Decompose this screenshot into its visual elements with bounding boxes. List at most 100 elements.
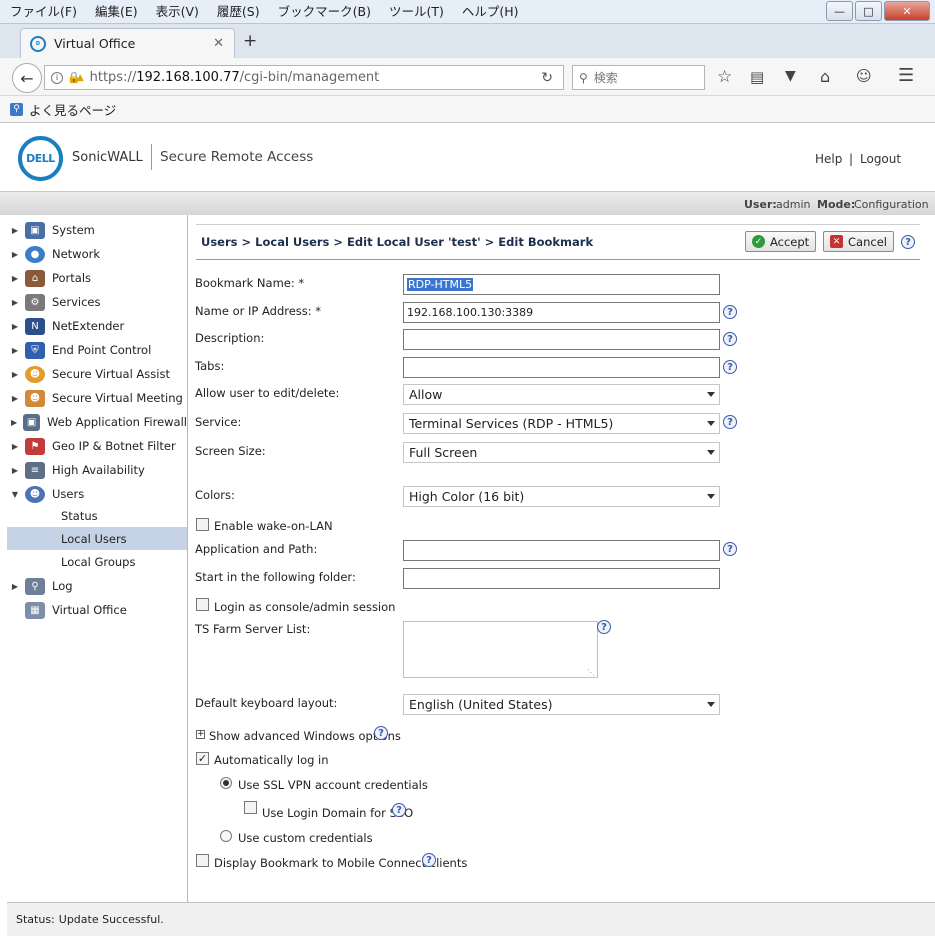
console-session-checkbox[interactable] [196,598,209,611]
expand-arrow-icon[interactable]: ▶ [9,370,21,379]
expand-arrow-icon[interactable]: ▶ [9,418,19,427]
tab-close-icon[interactable]: ✕ [213,36,224,51]
sidebar-item-web-application-firewall[interactable]: ▶ ▣ Web Application Firewall [7,410,187,434]
expand-arrow-icon[interactable]: ▶ [9,442,21,451]
search-box[interactable]: ⚲ 検索 [572,65,705,90]
auto-login-checkbox[interactable]: ✓ [196,752,209,765]
menu-tools[interactable]: ツール(T) [381,1,452,23]
info-icon[interactable]: i [51,71,63,84]
bookmark-name-input[interactable]: RDP-HTML5 [403,274,720,295]
new-tab-button[interactable]: + [243,31,257,51]
bookmark-most-visited[interactable]: よく見るページ [29,100,116,119]
sidebar-item-high-availability[interactable]: ▶ ≡ High Availability [7,458,187,482]
url-path: /cgi-bin/management [239,70,380,85]
expand-arrow-icon[interactable]: ▶ [9,298,21,307]
browser-tab[interactable]: D Virtual Office ✕ [20,28,235,58]
sidebar-item-geo-ip[interactable]: ▶ ⚑ Geo IP & Botnet Filter [7,434,187,458]
minimize-button[interactable]: — [826,1,853,21]
tabs-help-icon[interactable]: ? [723,360,737,374]
sidebar-item-end-point-control[interactable]: ▶ ⛨ End Point Control [7,338,187,362]
sidebar-item-users[interactable]: ▼ ☻ Users [7,482,187,506]
sidebar-item-secure-virtual-assist[interactable]: ▶ ☻ Secure Virtual Assist [7,362,187,386]
ts-farm-help-icon[interactable]: ? [597,620,611,634]
expand-arrow-icon[interactable]: ▶ [9,274,21,283]
login-domain-sso-checkbox[interactable] [244,801,257,814]
service-help-icon[interactable]: ? [723,415,737,429]
expand-arrow-icon[interactable]: ▶ [9,466,21,475]
menu-view[interactable]: 表示(V) [148,1,207,23]
back-button[interactable]: ← [12,63,42,93]
sidebar-item-portals[interactable]: ▶ ⌂ Portals [7,266,187,290]
custom-credentials-radio[interactable] [220,830,232,842]
product-name: Secure Remote Access [160,149,314,165]
mobile-connect-help-icon[interactable]: ? [422,853,436,867]
sidebar-subitem-local-users[interactable]: Local Users [7,527,187,550]
sidebar-item-netextender[interactable]: ▶ N NetExtender [7,314,187,338]
tabs-label: Tabs: [195,359,225,373]
expand-arrow-icon[interactable]: ▶ [9,322,21,331]
sidebar-item-log[interactable]: ▶ ⚲ Log [7,574,187,598]
brand-name: SonicWALL [72,150,143,165]
app-path-input[interactable] [403,540,720,561]
sidebar-item-network[interactable]: ▶ ● Network [7,242,187,266]
sidebar-item-services[interactable]: ▶ ⚙ Services [7,290,187,314]
sidebar-subitem-status[interactable]: Status [7,504,187,527]
bookmark-star-icon[interactable]: ☆ [717,67,732,87]
description-input[interactable] [403,329,720,350]
sidebar-item-secure-virtual-meeting[interactable]: ▶ ☻ Secure Virtual Meeting [7,386,187,410]
maximize-button[interactable]: □ [855,1,882,21]
collapse-arrow-icon[interactable]: ▼ [9,490,21,499]
expand-arrow-icon[interactable]: ▶ [9,394,21,403]
login-domain-help-icon[interactable]: ? [392,803,406,817]
page-help-icon[interactable]: ? [901,235,915,249]
url-bar[interactable]: i 🔒 ▲ https://192.168.100.77/cgi-bin/man… [44,65,564,90]
service-select[interactable]: Terminal Services (RDP - HTML5) [403,413,720,434]
advanced-options-toggle[interactable]: Show advanced Windows options [209,729,401,743]
smiley-icon[interactable]: ☺ [856,67,872,85]
assist-person-icon: ☻ [25,365,45,383]
accept-button[interactable]: ✓ Accept [745,231,817,252]
tabs-input[interactable] [403,357,720,378]
menu-edit[interactable]: 編集(E) [87,1,146,23]
expand-plus-icon[interactable]: + [196,730,205,739]
sidebar-item-label: System [52,223,95,237]
reading-list-icon[interactable]: ▤ [750,68,764,86]
sidebar-item-system[interactable]: ▶ ▣ System [7,218,187,242]
host-help-icon[interactable]: ? [723,305,737,319]
mobile-connect-checkbox[interactable] [196,854,209,867]
description-help-icon[interactable]: ? [723,332,737,346]
sidebar-item-virtual-office[interactable]: ▦ Virtual Office [7,598,187,622]
expand-arrow-icon[interactable]: ▶ [9,346,21,355]
pocket-icon[interactable]: ▼ [785,68,796,84]
advanced-help-icon[interactable]: ? [374,726,388,740]
expand-arrow-icon[interactable]: ▶ [9,226,21,235]
app-path-help-icon[interactable]: ? [723,542,737,556]
expand-arrow-icon[interactable]: ▶ [9,582,21,591]
reload-icon[interactable]: ↻ [541,70,553,86]
menu-history[interactable]: 履歴(S) [209,1,268,23]
menu-file[interactable]: ファイル(F) [2,1,85,23]
house-icon: ⌂ [25,269,45,287]
ssl-credentials-radio[interactable] [220,777,232,789]
resize-grip-icon[interactable]: ⋱ [587,668,595,677]
screen-size-select[interactable]: Full Screen [403,442,720,463]
logout-link[interactable]: Logout [860,152,901,166]
close-window-button[interactable]: ✕ [884,1,930,21]
allow-edit-select[interactable]: Allow [403,384,720,405]
host-input[interactable]: 192.168.100.130:3389 [403,302,720,323]
home-icon[interactable]: ⌂ [820,67,830,86]
cancel-button[interactable]: ✕ Cancel [823,231,894,252]
expand-arrow-icon[interactable]: ▶ [9,250,21,259]
keyboard-select[interactable]: English (United States) [403,694,720,715]
start-folder-input[interactable] [403,568,720,589]
sidebar-subitem-local-groups[interactable]: Local Groups [7,550,187,573]
menu-bookmarks[interactable]: ブックマーク(B) [270,1,379,23]
menu-help[interactable]: ヘルプ(H) [454,1,527,23]
colors-select[interactable]: High Color (16 bit) [403,486,720,507]
hamburger-menu-icon[interactable]: ☰ [898,65,914,86]
ssl-credentials-label: Use SSL VPN account credentials [238,778,428,792]
ts-farm-textarea[interactable]: ⋱ [403,621,598,678]
url-scheme: https:// [89,70,137,85]
help-link[interactable]: Help [815,152,842,166]
wake-on-lan-checkbox[interactable] [196,518,209,531]
